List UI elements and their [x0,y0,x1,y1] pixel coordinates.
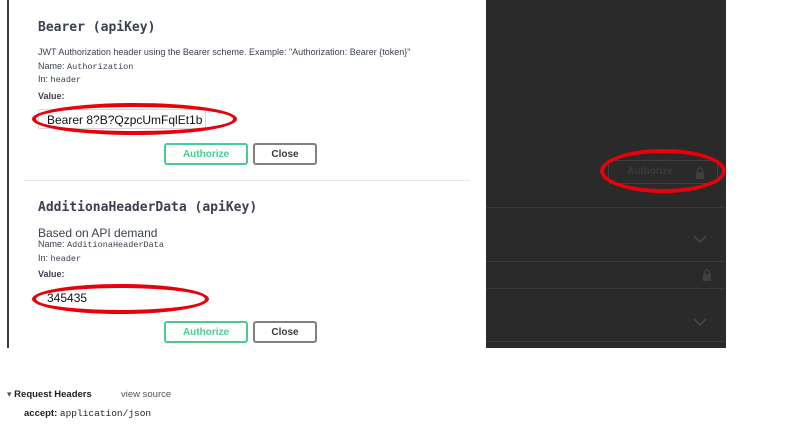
collapse-triangle-icon: ▾ [7,389,12,399]
bearer-in-row: In: header [38,74,81,85]
lock-icon[interactable] [702,268,712,284]
additional-in-label: In: [38,253,49,263]
request-headers-title: Request Headers [14,389,92,400]
bearer-name-label: Name: [38,61,65,71]
operation-divider [486,288,726,289]
view-source-link[interactable]: view source [121,389,171,400]
bearer-value-label: Value: [38,91,65,101]
operation-divider [486,261,726,262]
additional-close-button[interactable]: Close [253,321,317,343]
modal-left-border [7,0,9,348]
additional-name-label: Name: [38,239,65,249]
additional-title: AdditionaHeaderData (apiKey) [38,200,258,215]
bearer-in-value: header [50,75,82,85]
additional-name-value: AdditionaHeaderData [67,240,164,250]
chevron-down-icon[interactable] [693,231,707,247]
annotation-ellipse-bearer [32,103,237,135]
annotation-ellipse-authorize [600,149,726,193]
operation-divider [486,207,726,208]
additional-description: Based on API demand [38,226,158,240]
bearer-title: Bearer (apiKey) [38,20,156,35]
additional-in-value: header [50,254,82,264]
additional-value-label: Value: [38,269,65,279]
bearer-in-label: In: [38,74,49,84]
header-entry-value: application/json [59,408,152,419]
header-entry: accept: application/json [24,408,151,419]
additional-name-row: Name: AdditionaHeaderData [38,239,164,250]
annotation-ellipse-additional [32,284,209,314]
bearer-name-row: Name: Authorization [38,61,133,72]
section-divider [24,180,470,181]
header-entry-name: accept: [24,408,58,419]
operation-divider [486,341,726,342]
bearer-authorize-button[interactable]: Authorize [164,143,248,165]
additional-authorize-button[interactable]: Authorize [164,321,248,343]
bearer-name-value: Authorization [67,62,134,72]
request-headers-row[interactable]: ▾ Request Headers [7,389,92,400]
bearer-description: JWT Authorization header using the Beare… [38,47,411,57]
bearer-close-button[interactable]: Close [253,143,317,165]
chevron-down-icon[interactable] [693,314,707,330]
additional-in-row: In: header [38,253,81,264]
